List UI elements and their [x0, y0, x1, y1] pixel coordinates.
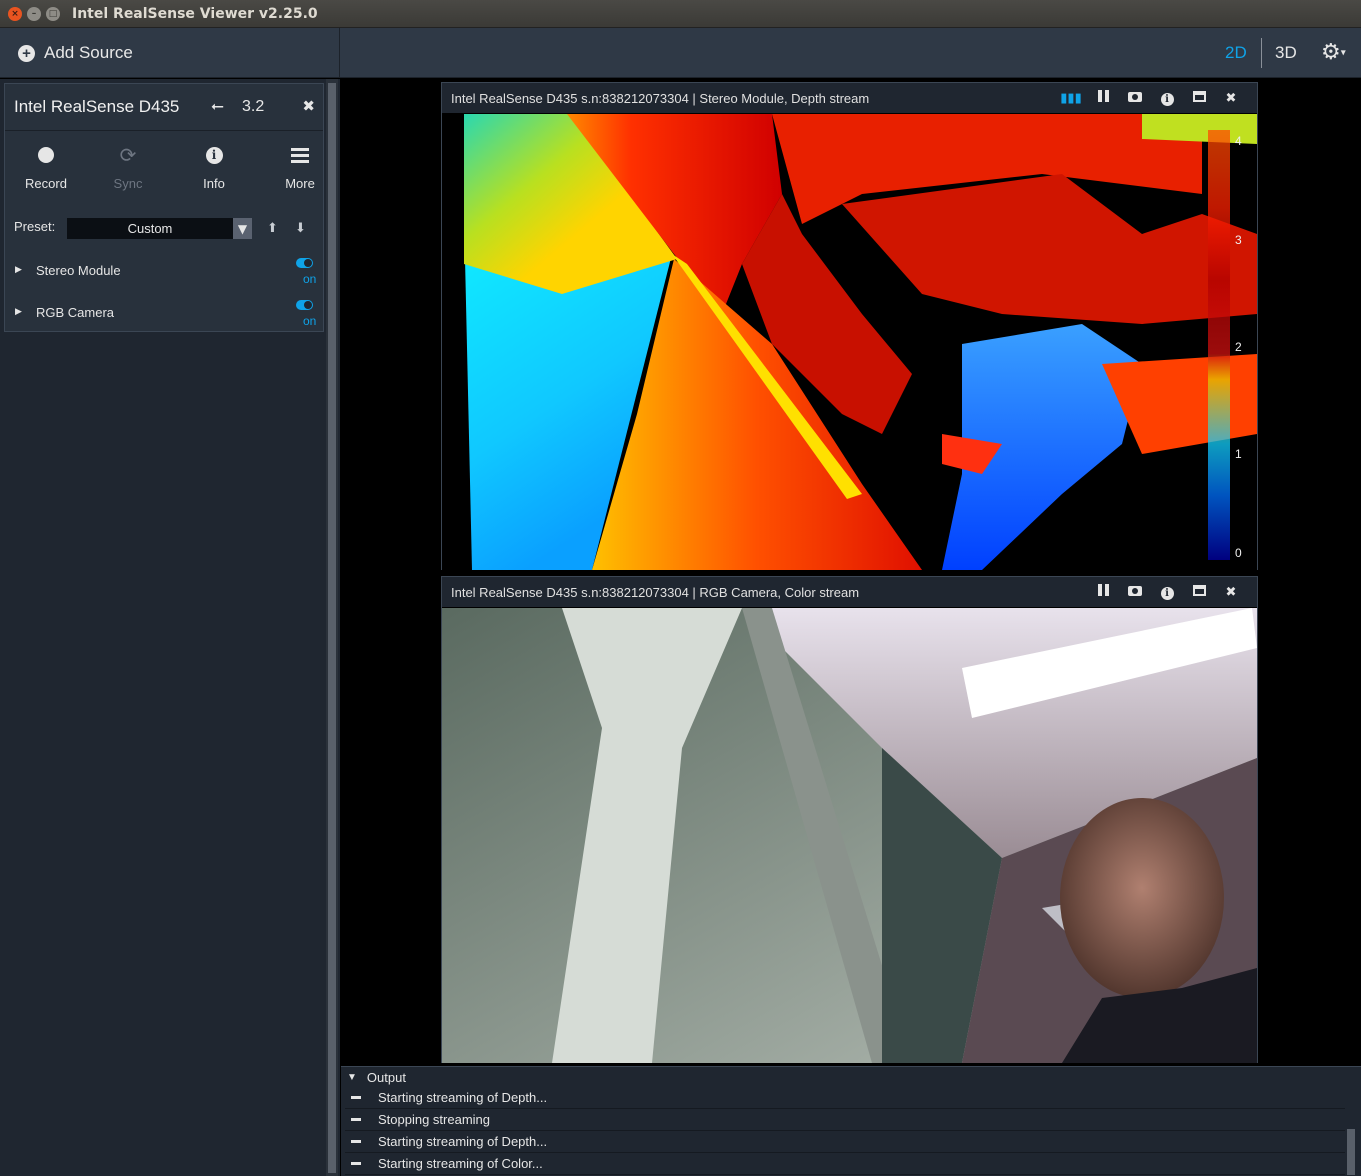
collapse-triangle-icon[interactable]: ▼: [347, 1072, 357, 1083]
close-icon[interactable]: ✖: [1215, 585, 1247, 600]
color-stream-panel: Intel RealSense D435 s.n:838212073304 | …: [441, 576, 1258, 1063]
maximize-icon[interactable]: [1183, 584, 1215, 600]
device-panel-scrollbar[interactable]: [326, 79, 338, 1176]
color-stream-title: Intel RealSense D435 s.n:838212073304 | …: [451, 584, 860, 600]
output-console: ▼ Output Starting streaming of Depth... …: [341, 1066, 1361, 1176]
colorbar-tick: 4: [1235, 134, 1242, 148]
depth-image[interactable]: 4 3 2 1 0: [442, 114, 1257, 570]
scrollbar-thumb[interactable]: [328, 83, 336, 1173]
output-scrollbar[interactable]: [1347, 1129, 1355, 1175]
window-minimize-button[interactable]: –: [27, 6, 41, 21]
settings-gear-icon[interactable]: ⚙▾: [1321, 40, 1346, 65]
rgb-camera-image: [442, 608, 1257, 1063]
colorbar-tick: 1: [1235, 447, 1242, 461]
info-button[interactable]: i Info: [179, 132, 249, 191]
record-button[interactable]: Record: [11, 132, 81, 191]
view-divider: [1261, 38, 1262, 68]
download-preset-icon[interactable]: ⬇: [295, 221, 306, 236]
expand-triangle-icon[interactable]: ▶: [15, 307, 22, 317]
window-titlebar: × – □ Intel RealSense Viewer v2.25.0: [0, 0, 1361, 28]
camera-snapshot-icon[interactable]: [1119, 585, 1151, 600]
upload-preset-icon[interactable]: ⬆: [267, 221, 278, 236]
histogram-icon[interactable]: ▮▮▮: [1055, 91, 1087, 106]
window-maximize-button[interactable]: □: [46, 6, 60, 21]
maximize-icon[interactable]: [1183, 90, 1215, 106]
device-card: Intel RealSense D435 ⭠ 3.2 ✖ Record ⟳ Sy…: [4, 83, 324, 332]
view-2d-button[interactable]: 2D: [1225, 28, 1247, 78]
menu-icon: [291, 145, 309, 166]
usb-icon: ⭠: [211, 96, 224, 115]
pause-icon[interactable]: [1087, 584, 1119, 600]
stereo-module-toggle[interactable]: [296, 258, 313, 268]
log-dash-icon: [351, 1162, 361, 1165]
add-source-label: Add Source: [44, 43, 133, 62]
sensor-row-rgb-camera[interactable]: ▶ RGB Camera on: [5, 300, 323, 330]
record-icon: [38, 147, 54, 163]
device-header: Intel RealSense D435 ⭠ 3.2 ✖: [5, 84, 323, 131]
preset-label: Preset:: [14, 219, 56, 234]
view-3d-button[interactable]: 3D: [1275, 28, 1297, 78]
depth-colorbar: [1208, 130, 1230, 560]
sync-button: ⟳ Sync: [93, 132, 163, 192]
preset-value: Custom: [127, 221, 173, 236]
window-close-button[interactable]: ×: [8, 6, 22, 21]
depth-stream-header: Intel RealSense D435 s.n:838212073304 | …: [442, 83, 1257, 113]
color-stream-header: Intel RealSense D435 s.n:838212073304 | …: [442, 577, 1257, 607]
sensor-row-stereo-module[interactable]: ▶ Stereo Module on: [5, 258, 323, 288]
sync-icon: ⟳: [119, 144, 137, 167]
preset-dropdown[interactable]: Custom ▼: [67, 218, 252, 239]
depth-stream-title: Intel RealSense D435 s.n:838212073304 | …: [451, 90, 870, 106]
output-header[interactable]: ▼ Output: [341, 1067, 1361, 1087]
log-line: Starting streaming of Depth...: [345, 1087, 1345, 1109]
info-icon: i: [205, 146, 223, 164]
camera-snapshot-icon[interactable]: [1119, 91, 1151, 106]
pause-icon[interactable]: [1087, 90, 1119, 106]
output-label: Output: [366, 1069, 406, 1085]
sensor-state: on: [303, 272, 317, 286]
window-title: Intel RealSense Viewer v2.25.0: [72, 5, 318, 22]
usb-version: 3.2: [242, 98, 265, 115]
remove-device-close-icon[interactable]: ✖: [302, 97, 315, 115]
plus-icon: +: [18, 44, 35, 62]
info-icon[interactable]: i: [1151, 585, 1183, 600]
color-image[interactable]: [442, 608, 1257, 1063]
info-icon[interactable]: i: [1151, 91, 1183, 106]
colorbar-tick: 3: [1235, 233, 1242, 247]
log-line: Stopping streaming: [345, 1109, 1345, 1131]
sensor-name: RGB Camera: [36, 305, 115, 320]
expand-triangle-icon[interactable]: ▶: [15, 265, 22, 275]
close-icon[interactable]: ✖: [1215, 91, 1247, 106]
top-toolbar: + Add Source 2D 3D ⚙▾: [0, 28, 1361, 78]
log-dash-icon: [351, 1118, 361, 1121]
log-dash-icon: [351, 1140, 361, 1143]
depth-colormap-image: [442, 114, 1257, 570]
log-line: Starting streaming of Depth...: [345, 1131, 1345, 1153]
sensor-name: Stereo Module: [36, 263, 121, 278]
device-name: Intel RealSense D435: [14, 97, 180, 116]
colorbar-tick: 0: [1235, 546, 1242, 560]
more-button[interactable]: More: [265, 132, 335, 191]
sensor-state: on: [303, 314, 317, 328]
chevron-down-icon[interactable]: ▼: [233, 218, 252, 239]
depth-stream-panel: Intel RealSense D435 s.n:838212073304 | …: [441, 82, 1258, 570]
rgb-camera-toggle[interactable]: [296, 300, 313, 310]
colorbar-tick: 2: [1235, 340, 1242, 354]
device-toolbar: Record ⟳ Sync i Info More: [5, 132, 323, 202]
add-source-button[interactable]: + Add Source: [0, 28, 340, 78]
log-dash-icon: [351, 1096, 361, 1099]
log-line: Starting streaming of Color...: [345, 1153, 1345, 1175]
